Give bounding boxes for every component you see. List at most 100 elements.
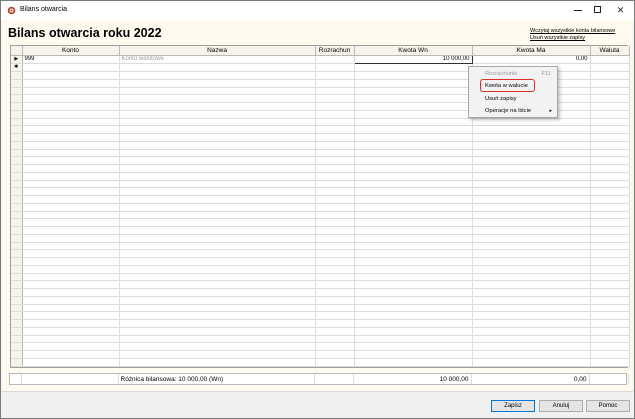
empty-cell[interactable] <box>590 234 630 243</box>
empty-cell[interactable] <box>472 327 591 336</box>
empty-row[interactable] <box>11 172 630 181</box>
row-selector-cell[interactable] <box>11 350 23 359</box>
empty-cell[interactable] <box>315 203 355 212</box>
empty-cell[interactable] <box>590 249 630 258</box>
empty-cell[interactable] <box>22 242 120 251</box>
empty-row[interactable] <box>11 350 630 359</box>
row-selector-cell[interactable] <box>11 79 23 88</box>
empty-cell[interactable] <box>472 226 591 235</box>
empty-cell[interactable] <box>472 358 591 367</box>
empty-cell[interactable] <box>354 172 473 181</box>
row-selector-cell[interactable] <box>11 110 23 119</box>
empty-cell[interactable] <box>315 133 355 142</box>
empty-cell[interactable] <box>472 234 591 243</box>
empty-cell[interactable] <box>354 319 473 328</box>
empty-cell[interactable] <box>590 156 630 165</box>
row-selector-cell[interactable] <box>11 203 23 212</box>
empty-cell[interactable] <box>22 280 120 289</box>
empty-cell[interactable] <box>590 195 630 204</box>
empty-cell[interactable] <box>590 311 630 320</box>
empty-cell[interactable] <box>22 79 120 88</box>
cancel-button[interactable]: Anuluj <box>539 400 583 412</box>
cell-waluta[interactable] <box>590 63 630 72</box>
empty-cell[interactable] <box>22 304 120 313</box>
empty-cell[interactable] <box>315 110 355 119</box>
empty-cell[interactable] <box>354 141 473 150</box>
empty-cell[interactable] <box>315 304 355 313</box>
empty-cell[interactable] <box>119 358 316 367</box>
empty-cell[interactable] <box>472 273 591 282</box>
empty-cell[interactable] <box>472 335 591 344</box>
empty-cell[interactable] <box>590 203 630 212</box>
cell-rozrachun[interactable] <box>315 55 355 64</box>
empty-cell[interactable] <box>315 319 355 328</box>
empty-cell[interactable] <box>22 149 120 158</box>
empty-row[interactable] <box>11 195 630 204</box>
empty-cell[interactable] <box>22 234 120 243</box>
empty-cell[interactable] <box>590 141 630 150</box>
empty-cell[interactable] <box>119 125 316 134</box>
empty-row[interactable] <box>11 280 630 289</box>
empty-cell[interactable] <box>119 172 316 181</box>
empty-cell[interactable] <box>590 87 630 96</box>
row-selector-cell[interactable] <box>11 234 23 243</box>
empty-cell[interactable] <box>315 71 355 80</box>
empty-cell[interactable] <box>472 319 591 328</box>
empty-cell[interactable] <box>354 87 473 96</box>
empty-cell[interactable] <box>22 87 120 96</box>
row-selector-cell[interactable] <box>11 218 23 227</box>
empty-cell[interactable] <box>472 172 591 181</box>
empty-cell[interactable] <box>354 156 473 165</box>
empty-cell[interactable] <box>315 234 355 243</box>
empty-cell[interactable] <box>354 288 473 297</box>
empty-cell[interactable] <box>119 164 316 173</box>
empty-cell[interactable] <box>22 203 120 212</box>
empty-row[interactable] <box>11 234 630 243</box>
empty-cell[interactable] <box>354 71 473 80</box>
row-selector-cell[interactable] <box>11 265 23 274</box>
empty-cell[interactable] <box>119 335 316 344</box>
empty-cell[interactable] <box>590 180 630 189</box>
empty-cell[interactable] <box>315 327 355 336</box>
empty-cell[interactable] <box>315 79 355 88</box>
empty-cell[interactable] <box>22 156 120 165</box>
empty-cell[interactable] <box>315 280 355 289</box>
empty-cell[interactable] <box>590 79 630 88</box>
empty-cell[interactable] <box>119 273 316 282</box>
empty-cell[interactable] <box>22 335 120 344</box>
empty-cell[interactable] <box>119 280 316 289</box>
empty-cell[interactable] <box>22 164 120 173</box>
empty-cell[interactable] <box>472 288 591 297</box>
row-selector-cell[interactable] <box>11 288 23 297</box>
empty-cell[interactable] <box>354 226 473 235</box>
empty-row[interactable] <box>11 265 630 274</box>
empty-cell[interactable] <box>354 218 473 227</box>
empty-cell[interactable] <box>22 172 120 181</box>
empty-cell[interactable] <box>119 195 316 204</box>
close-button[interactable]: ✕ <box>610 1 631 20</box>
cell-konto[interactable] <box>22 63 120 72</box>
empty-cell[interactable] <box>22 218 120 227</box>
empty-cell[interactable] <box>590 265 630 274</box>
empty-cell[interactable] <box>472 280 591 289</box>
empty-cell[interactable] <box>354 164 473 173</box>
empty-cell[interactable] <box>315 125 355 134</box>
empty-row[interactable] <box>11 335 630 344</box>
empty-cell[interactable] <box>315 265 355 274</box>
column-header-kwota-wn[interactable]: Kwota Wn <box>354 46 473 56</box>
empty-row[interactable] <box>11 249 630 258</box>
row-selector-cell[interactable] <box>11 71 23 80</box>
empty-row[interactable] <box>11 125 630 134</box>
empty-cell[interactable] <box>354 187 473 196</box>
empty-cell[interactable] <box>119 141 316 150</box>
empty-cell[interactable] <box>22 288 120 297</box>
empty-cell[interactable] <box>22 342 120 351</box>
empty-cell[interactable] <box>472 141 591 150</box>
empty-cell[interactable] <box>22 102 120 111</box>
empty-cell[interactable] <box>354 249 473 258</box>
empty-cell[interactable] <box>119 288 316 297</box>
row-selector-cell[interactable] <box>11 118 23 127</box>
row-selector-cell[interactable] <box>11 164 23 173</box>
row-selector-cell[interactable] <box>11 327 23 336</box>
empty-cell[interactable] <box>119 102 316 111</box>
